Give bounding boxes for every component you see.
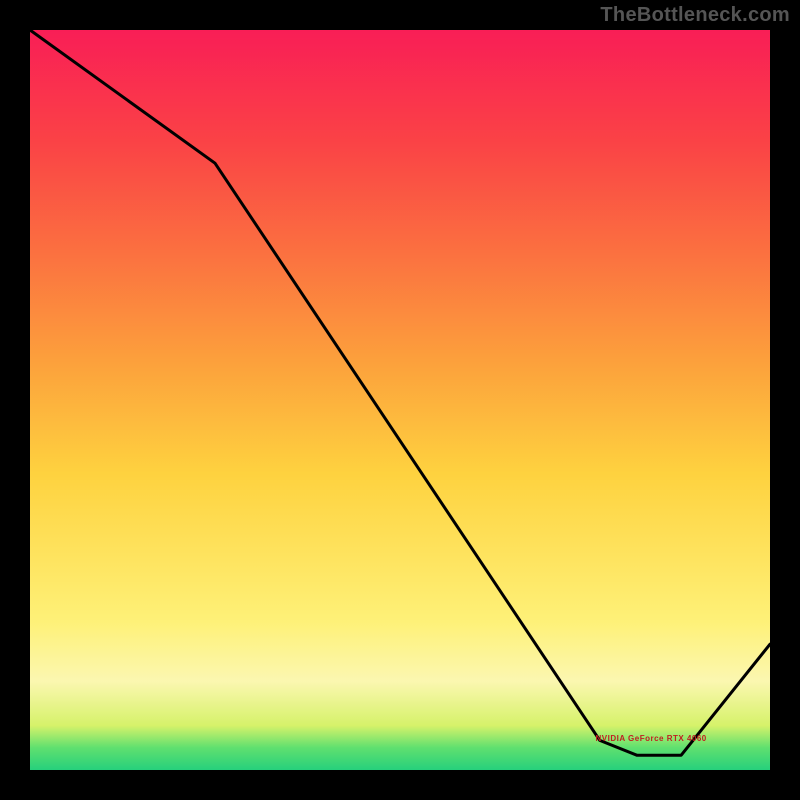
chart-svg [30, 30, 770, 770]
chart-frame: TheBottleneck.com NVIDIA GeForce RTX 406… [0, 0, 800, 800]
plot-area: NVIDIA GeForce RTX 4060 [30, 30, 770, 770]
gradient-background [30, 30, 770, 770]
watermark-text: TheBottleneck.com [600, 4, 790, 27]
marker-label: NVIDIA GeForce RTX 4060 [596, 734, 707, 743]
